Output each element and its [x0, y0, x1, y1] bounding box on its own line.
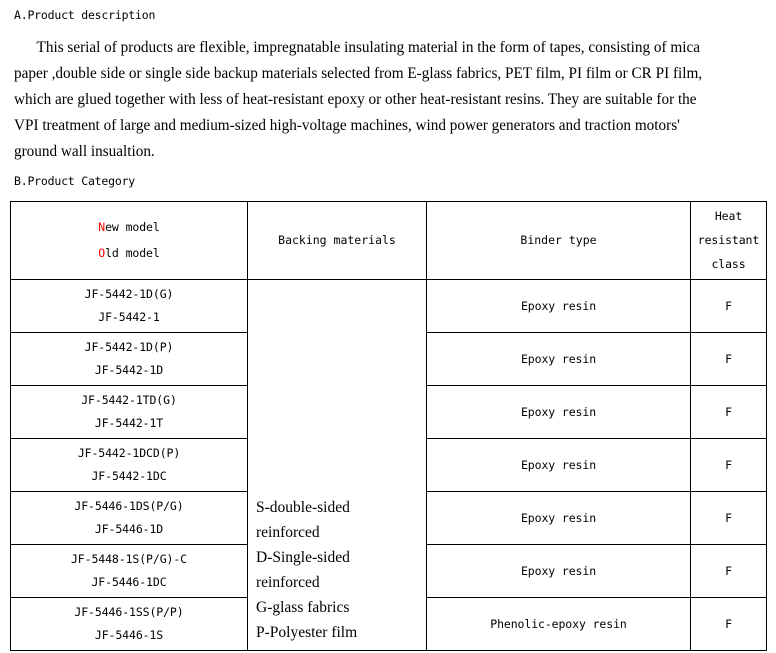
cell-heat-resistant-class: F: [690, 279, 767, 333]
header-heat-line-1: Heat: [714, 209, 743, 223]
cell-heat-resistant-class: F: [690, 438, 767, 492]
cell-new-model: JF-5448-1S(P/G)-C: [70, 552, 187, 566]
cell-new-model: JF-5446-1SS(P/P): [74, 605, 184, 619]
header-cell-backing-materials: Backing materials: [247, 201, 427, 280]
cell-model: JF-5448-1S(P/G)-C JF-5446-1DC: [10, 544, 248, 598]
header-new-model: New model: [98, 220, 160, 235]
header-cell-binder-type: Binder type: [426, 201, 691, 280]
section-a-heading: A.Product description: [14, 8, 156, 22]
cell-binder-type: Epoxy resin: [426, 438, 691, 492]
cell-heat-resistant-class: F: [690, 597, 767, 651]
cell-backing-materials: S-double-sided reinforced D-Single-sided re…: [247, 279, 427, 651]
table-row: JF-5442-1D(G) JF-5442-1 S-double-sided rein…: [10, 279, 767, 651]
cell-model: JF-5442-1D(P) JF-5442-1D: [10, 332, 248, 386]
cell-model: JF-5446-1SS(P/P) JF-5446-1S: [10, 597, 248, 651]
cell-old-model: JF-5442-1D: [94, 363, 164, 377]
cell-old-model: JF-5442-1: [98, 310, 160, 324]
cell-heat-resistant-class: F: [690, 544, 767, 598]
header-cell-model: New model Old model: [10, 201, 248, 280]
cell-new-model: JF-5442-1D(G): [84, 287, 174, 301]
backing-material-line: S-double-sided: [256, 499, 350, 516]
cell-new-model: JF-5442-1TD(G): [81, 393, 177, 407]
cell-new-model: JF-5442-1DCD(P): [77, 446, 181, 460]
cell-model: JF-5442-1DCD(P) JF-5442-1DC: [10, 438, 248, 492]
cell-heat-resistant-class: F: [690, 385, 767, 439]
cell-old-model: JF-5442-1T: [94, 416, 164, 430]
backing-material-line: P-Polyester film: [256, 624, 358, 641]
header-heat-line-2: resistant: [697, 233, 760, 247]
cell-new-model: JF-5446-1DS(P/G): [74, 499, 184, 513]
cell-heat-resistant-class: F: [690, 491, 767, 545]
cell-old-model: JF-5442-1DC: [91, 469, 167, 483]
cell-binder-type: Epoxy resin: [426, 332, 691, 386]
section-b-heading: B.Product Category: [14, 174, 136, 188]
cell-model: JF-5446-1DS(P/G) JF-5446-1D: [10, 491, 248, 545]
table-header-row: New model Old model Backing materials Bi…: [10, 201, 767, 280]
cell-binder-type: Epoxy resin: [426, 544, 691, 598]
cell-new-model: JF-5442-1D(P): [84, 340, 174, 354]
header-old-model-rest: ld model: [105, 246, 160, 260]
cell-heat-resistant-class: F: [690, 332, 767, 386]
cell-model: JF-5442-1D(G) JF-5442-1: [10, 279, 248, 333]
backing-material-line: G-glass fabrics: [256, 599, 350, 616]
cell-binder-type: Phenolic-epoxy resin: [426, 597, 691, 651]
cell-binder-type: Epoxy resin: [426, 279, 691, 333]
document-page: A.Product description This serial of pro…: [0, 0, 776, 653]
cell-model: JF-5442-1TD(G) JF-5442-1T: [10, 385, 248, 439]
backing-material-line: D-Single-sided: [256, 549, 350, 566]
cell-binder-type: Epoxy resin: [426, 491, 691, 545]
backing-material-line: reinforced: [256, 524, 320, 541]
header-cell-heat-resistant-class: Heat resistant class: [690, 201, 767, 280]
cell-old-model: JF-5446-1D: [94, 522, 164, 536]
header-heat-line-3: class: [711, 257, 746, 271]
cell-binder-type: Epoxy resin: [426, 385, 691, 439]
backing-material-line: reinforced: [256, 574, 320, 591]
cell-old-model: JF-5446-1DC: [91, 575, 167, 589]
product-description-paragraph: This serial of products are flexible, im…: [14, 38, 703, 160]
header-old-model: Old model: [98, 246, 160, 261]
cell-old-model: JF-5446-1S: [94, 628, 164, 642]
product-category-table: New model Old model Backing materials Bi…: [10, 201, 767, 651]
header-new-model-rest: ew model: [105, 220, 160, 234]
